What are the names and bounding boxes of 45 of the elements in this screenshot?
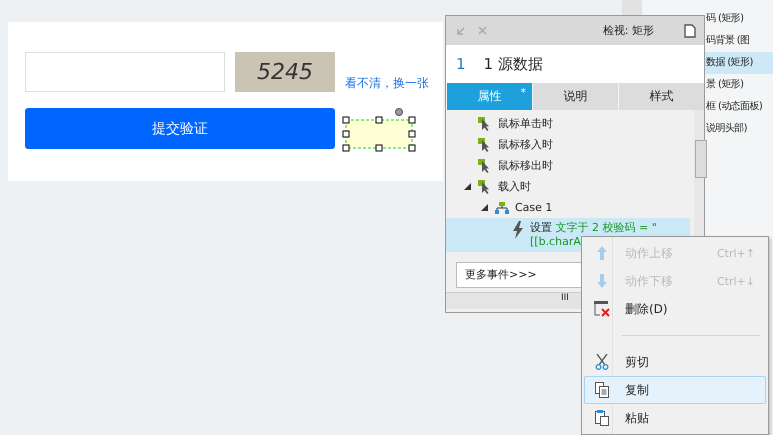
tree-row[interactable]: 鼠标单击时 <box>446 113 690 134</box>
cursor-event-icon <box>478 116 492 130</box>
widget-index: 1 <box>456 55 466 73</box>
captcha-image: 5245 <box>235 52 335 92</box>
menu-item[interactable]: 复制 <box>584 376 766 404</box>
tree-row[interactable]: 载入时 <box>446 176 690 197</box>
down-arrow-icon <box>597 274 607 288</box>
outline-item[interactable]: 景 (矩形) <box>705 74 773 96</box>
scissors-icon <box>595 354 609 370</box>
up-arrow-icon <box>597 246 607 260</box>
tree-row[interactable]: Case 1 <box>446 197 690 218</box>
tab[interactable]: 说明 <box>532 83 618 110</box>
tree-label: 载入时 <box>498 179 531 194</box>
modified-mark: * <box>520 86 526 99</box>
cursor-event-icon <box>478 138 492 152</box>
menu-item[interactable]: 剪切 <box>584 348 766 376</box>
copy-icon <box>595 382 609 398</box>
widget-name[interactable]: 1 源数据 <box>484 54 543 74</box>
outline-item[interactable]: 说明头部) <box>705 118 773 140</box>
refresh-link[interactable]: 看不清，换一张 <box>345 75 429 92</box>
expand-triangle-icon[interactable] <box>464 183 471 190</box>
outline-item[interactable]: 码 (矩形) <box>705 8 773 30</box>
input-field[interactable] <box>25 52 225 92</box>
panel-title: 检视: 矩形 <box>602 23 654 38</box>
cursor-event-icon <box>478 180 492 194</box>
page-icon[interactable] <box>684 24 696 38</box>
tree-row[interactable]: 鼠标移入时 <box>446 134 690 155</box>
delete-icon <box>594 301 610 317</box>
paste-icon <box>595 410 609 426</box>
tree-label: Case 1 <box>515 201 552 214</box>
tree-label: 鼠标移入时 <box>498 137 553 152</box>
tab[interactable]: 样式 <box>618 83 704 110</box>
selected-rectangle-drawing[interactable] <box>342 108 416 152</box>
lightning-icon <box>512 221 524 239</box>
case-tree-icon <box>495 202 509 214</box>
outline-item[interactable]: 框 (动态面板) <box>705 96 773 118</box>
submit-button[interactable]: 提交验证 <box>25 108 335 149</box>
expand-triangle-icon[interactable] <box>481 204 488 211</box>
menu-item[interactable]: 粘贴 <box>584 404 766 432</box>
tree-row[interactable]: 鼠标移出时 <box>446 155 690 176</box>
outline-item[interactable]: 数据 (矩形) <box>705 52 773 74</box>
tree-label: 鼠标单击时 <box>498 116 553 131</box>
tree-label: 鼠标移出时 <box>498 158 553 173</box>
outline-item[interactable]: 码背景 (图 <box>705 30 773 52</box>
cursor-event-icon <box>478 158 492 172</box>
